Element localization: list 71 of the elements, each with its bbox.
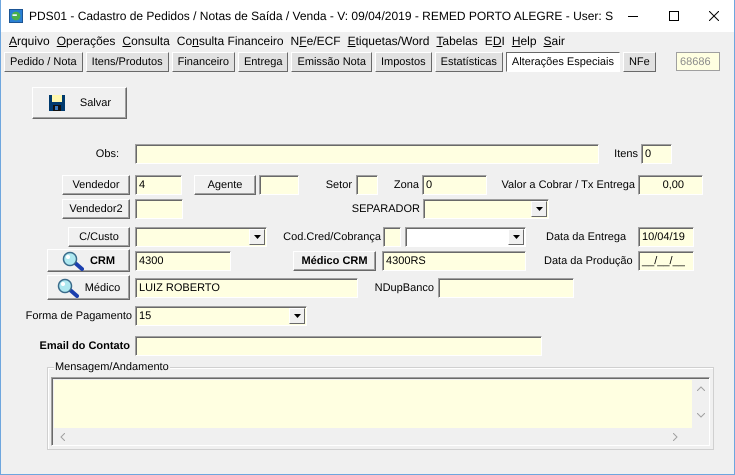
form-button[interactable]: C/Custo — [68, 227, 130, 247]
input-field[interactable] — [438, 278, 574, 298]
form-button[interactable]: Médico CRM — [293, 250, 376, 270]
menu-item[interactable]: Etiquetas/Word — [346, 34, 434, 48]
dropdown-field[interactable] — [423, 199, 549, 219]
menu-item[interactable]: Arquivo — [7, 34, 55, 48]
menu-item[interactable]: Consulta Financeiro — [174, 34, 289, 48]
field-label: Email do Contato — [38, 340, 130, 352]
dropdown-field[interactable] — [405, 227, 526, 247]
input-field[interactable] — [356, 175, 378, 195]
dropdown-arrow-icon — [294, 314, 300, 318]
field-label: Setor — [324, 179, 352, 191]
menu-item[interactable]: Help — [510, 34, 542, 48]
input-field[interactable]: LUIZ ROBERTO — [135, 278, 358, 298]
dropdown-arrow-icon — [512, 235, 520, 239]
menu-item[interactable]: Tabelas — [434, 34, 483, 48]
input-field[interactable]: 4 — [135, 175, 182, 195]
maximize-icon — [668, 11, 679, 21]
input-field[interactable] — [383, 227, 401, 247]
field-label: Valor a Cobrar / Tx Entrega — [500, 179, 635, 191]
field-label: Forma de Pagamento — [24, 310, 132, 322]
menu-item[interactable]: NFe/ECF — [288, 34, 346, 48]
input-field[interactable] — [135, 336, 542, 356]
menu-item[interactable]: Sair — [542, 34, 570, 48]
input-field[interactable]: 10/04/19 — [638, 227, 694, 247]
field-label: Itens — [613, 148, 638, 160]
tab[interactable]: Entrega — [238, 52, 288, 72]
tab[interactable]: Emissão Nota — [291, 52, 372, 72]
close-icon — [708, 11, 719, 21]
field-label: Cod.Cred/Cobrança — [282, 231, 381, 243]
dropdown-arrow-icon — [536, 207, 542, 211]
lookup-button[interactable]: CRM — [47, 249, 130, 272]
save-button[interactable]: Salvar — [32, 87, 127, 119]
menu-item[interactable]: Operações — [54, 34, 120, 48]
menu-item[interactable]: EDI — [482, 34, 510, 48]
tab[interactable]: Impostos — [374, 52, 432, 72]
input-field[interactable] — [135, 144, 599, 164]
input-field[interactable] — [259, 175, 299, 195]
field-label: Data da Produção — [544, 254, 634, 266]
dropdown-field[interactable]: 15 — [135, 306, 307, 326]
tab[interactable]: Pedido / Nota — [4, 52, 83, 72]
field-label: NDupBanco — [374, 282, 434, 294]
field-label: Zona — [392, 179, 419, 191]
field-label: Data da Entrega — [546, 231, 628, 243]
input-field[interactable]: 4300 — [135, 250, 231, 270]
form-button[interactable]: Vendedor — [62, 175, 130, 195]
tab[interactable]: NFe — [622, 52, 656, 72]
input-field[interactable]: 0 — [422, 175, 487, 195]
form-button[interactable]: Vendedor2 — [62, 199, 130, 219]
window-title: PDS01 - Cadastro de Pedidos / Notas de Saída / Venda - V: 09/04/2019 - REMED PORTO ALEGRE - User: S — [29, 9, 614, 23]
field-label: SEPARADOR — [350, 203, 420, 215]
form-button[interactable]: Agente — [194, 175, 256, 195]
magnifier-icon — [62, 250, 84, 270]
input-field[interactable]: __/__/__ — [638, 250, 694, 270]
magnifier-icon — [56, 278, 79, 298]
tab[interactable]: Alterações Especiais — [506, 52, 620, 72]
tab[interactable]: Estatísticas — [434, 52, 503, 72]
input-field[interactable]: 0,00 — [638, 175, 703, 195]
field-label: Obs: — [94, 148, 119, 160]
input-field[interactable] — [135, 199, 183, 219]
input-field[interactable]: 0 — [641, 144, 672, 164]
lookup-button[interactable]: Médico — [47, 275, 130, 300]
dropdown-arrow-icon — [254, 235, 260, 239]
input-field[interactable]: 4300RS — [382, 250, 526, 270]
menu-item[interactable]: Consulta — [120, 34, 175, 48]
dropdown-field[interactable] — [135, 227, 267, 247]
message-field[interactable] — [54, 380, 692, 428]
tab[interactable]: Itens/Produtos — [86, 52, 169, 72]
tab[interactable]: Financeiro — [172, 52, 235, 72]
app-icon — [9, 8, 24, 24]
group-title: Mensagem/Andamento — [54, 361, 170, 373]
